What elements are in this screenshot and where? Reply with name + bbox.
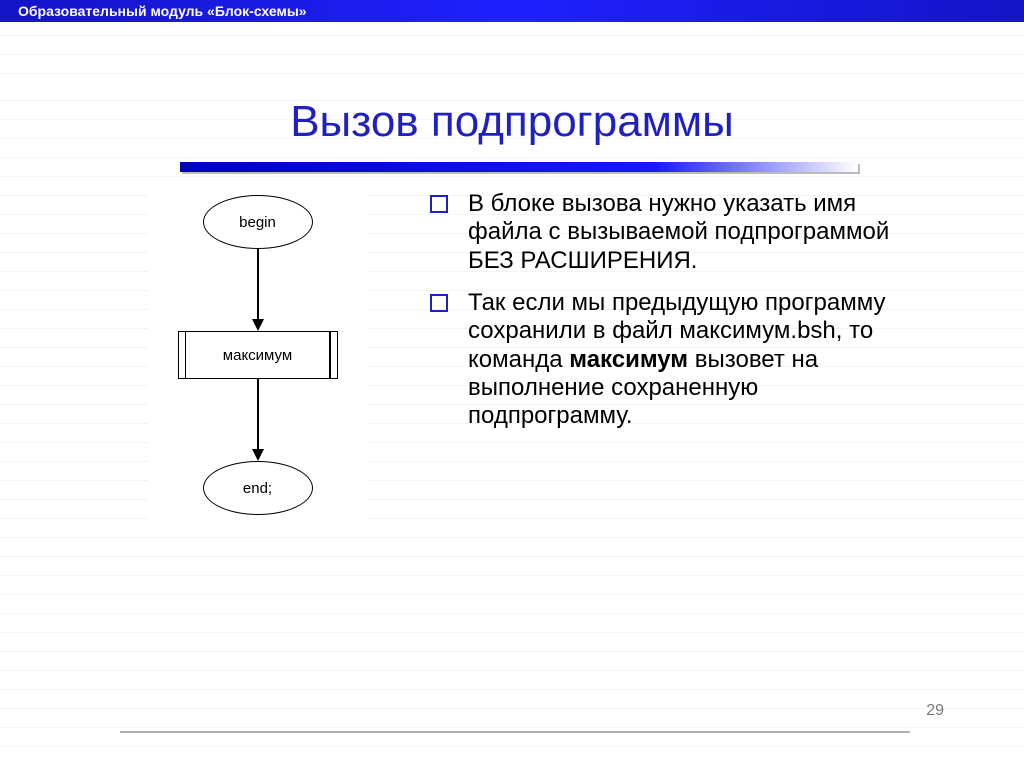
page-number: 29	[926, 702, 944, 720]
title-underline	[180, 162, 858, 172]
header-label: Образовательный модуль «Блок-схемы»	[18, 3, 307, 19]
arrow-line-icon	[257, 379, 259, 451]
flowchart-begin-node: begin	[203, 195, 313, 249]
bullet-text-bold: максимум	[569, 346, 688, 373]
flowchart-process-node: максимум	[178, 331, 338, 379]
footer-divider	[120, 731, 910, 733]
flowchart-end-node: end;	[203, 461, 313, 515]
slide-title: Вызов подпрограммы	[30, 22, 994, 162]
bullet-column: В блоке вызова нужно указать имя файла с…	[430, 190, 930, 525]
arrow-line-icon	[257, 249, 259, 321]
flowchart-diagram: begin максимум end;	[148, 190, 368, 525]
bullet-text: В блоке вызова нужно указать имя файла с…	[468, 190, 889, 274]
flowchart-column: begin максимум end;	[30, 190, 430, 525]
slide-body: Вызов подпрограммы begin максимум end; В…	[0, 22, 1024, 752]
header-bar: Образовательный модуль «Блок-схемы»	[0, 0, 1024, 22]
content-row: begin максимум end; В блоке вызова нужно…	[30, 190, 994, 525]
list-item: В блоке вызова нужно указать имя файла с…	[430, 190, 900, 275]
bullet-list: В блоке вызова нужно указать имя файла с…	[430, 190, 900, 431]
list-item: Так если мы предыдущую программу сохрани…	[430, 289, 900, 431]
